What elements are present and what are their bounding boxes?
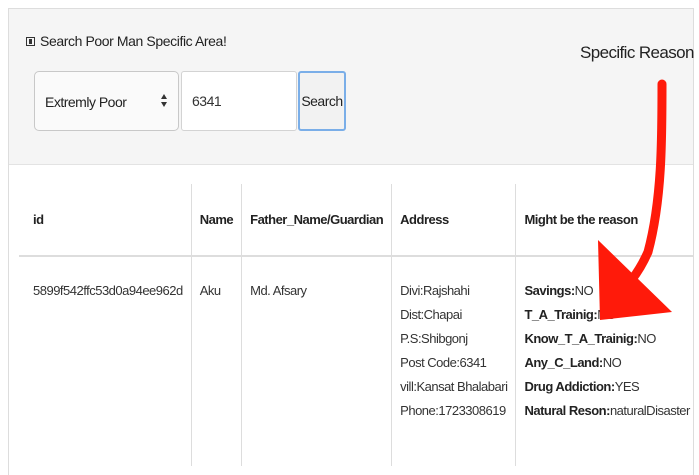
category-select-value: Extremly Poor [45,94,127,110]
column-header-id: id [19,184,192,257]
panel-title: Search Poor Man Specific Area! [26,33,227,49]
panel-title-text: Search Poor Man Specific Area! [40,33,227,49]
reason-know-ta-training: Know_T_A_Trainig:NO [524,331,656,346]
column-header-father-name: Father_Name/Guardian [241,184,392,257]
cell-reasons: Savings:NO T_A_Trainig:NO Know_T_A_Train… [515,256,693,466]
table-row: 5899f542ffc53d0a94ee962d Aku Md. Afsary … [19,256,693,466]
address-police-station: P.S:Shibgonj [400,331,468,346]
column-header-address: Address [391,184,516,257]
annotation-label: Specific Reason [580,43,694,62]
cell-father-name: Md. Afsary [241,256,392,466]
address-division: Divi:Rajshahi [400,283,470,298]
reason-ta-training: T_A_Trainig:NO [524,307,616,322]
table-header-row: id Name Father_Name/Guardian Address Mig… [19,184,693,257]
reason-savings: Savings:NO [524,283,594,298]
address-post-code: Post Code:6341 [400,355,487,370]
reason-natural: Natural Reson:naturalDisaster [524,403,690,418]
document-icon [26,36,35,46]
address-village: vill:Kansat Bhalabari [400,379,508,394]
post-code-input[interactable] [181,71,297,131]
results-table: id Name Father_Name/Guardian Address Mig… [19,184,693,466]
cell-name: Aku [190,256,242,466]
search-panel: Search Poor Man Specific Area! Extremly … [9,9,693,165]
reason-any-c-land: Any_C_Land:NO [524,355,622,370]
address-phone: Phone:1723308619 [400,403,506,418]
select-updown-icon [160,92,168,110]
reason-drug-addiction: Drug Addiction:YES [524,379,640,394]
cell-id: 5899f542ffc53d0a94ee962d [33,283,183,298]
column-header-reason: Might be the reason [515,184,693,257]
category-select[interactable]: Extremly Poor [34,71,179,131]
address-district: Dist:Chapai [400,307,462,322]
search-button[interactable]: Search [298,71,346,131]
column-header-name: Name [190,184,242,257]
search-results-frame: Search Poor Man Specific Area! Extremly … [8,8,694,475]
cell-address: Divi:Rajshahi Dist:Chapai P.S:Shibgonj P… [391,256,516,466]
